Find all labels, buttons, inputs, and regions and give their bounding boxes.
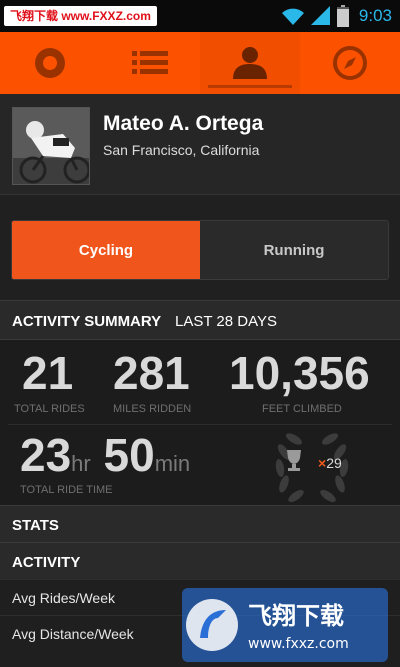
ride-hours: 23 [20,429,72,481]
tab-record[interactable] [0,32,100,94]
activity-summary-header: ACTIVITY SUMMARY LAST 28 DAYS [0,300,400,340]
ride-time-label: TOTAL RIDE TIME [20,484,113,496]
status-icons: 9:03 [281,0,392,32]
clock: 9:03 [358,6,392,25]
ride-time-value: 23hr 50min [20,432,190,487]
times-symbol: × [318,455,327,471]
trophy-count: ×29 [318,455,342,471]
athlete-name: Mateo A. Ortega [103,112,264,135]
summary-period: LAST 28 DAYS [175,313,277,330]
tab-explore[interactable] [300,32,400,94]
avg-distance-label: Avg Distance/Week [12,626,134,642]
ride-minutes: 50 [103,429,155,481]
avatar[interactable] [12,107,90,185]
activity-title: ACTIVITY [12,554,81,571]
minutes-unit: min [154,451,191,476]
stats-header: STATS [0,505,400,542]
stats-title: STATS [12,517,59,534]
tab-activity-list[interactable] [100,32,200,94]
running-button[interactable]: Running [200,221,388,279]
activity-header: ACTIVITY [0,542,400,579]
watermark-title: 飞翔下载 [248,602,344,630]
profile-header: Mateo A. Ortega San Francisco, Californi… [0,94,400,194]
miles-ridden-value: 281 [113,347,190,399]
trophy-count-value: 29 [326,455,342,471]
battery-icon [336,5,349,27]
miles-ridden-label: MILES RIDDEN [113,403,192,415]
record-icon [35,48,65,78]
compass-icon [333,46,367,80]
feet-climbed-label: FEET CLIMBED [262,403,342,415]
watermark-url: www.fxxz.com [248,636,349,652]
avg-rides-label: Avg Rides/Week [12,590,115,606]
watermark-logo: 飞翔下载 www.fxxz.com [182,588,388,662]
profile-icon [233,47,267,79]
athlete-location: San Francisco, California [103,142,260,158]
watermark-banner: 飞翔下载 www.FXXZ.com [4,6,157,26]
status-bar: 飞翔下载 www.FXXZ.com 9:03 [0,0,400,32]
cycling-button[interactable]: Cycling [12,221,200,279]
sport-toggle-section: Cycling Running [0,194,400,300]
hours-unit: hr [71,451,91,476]
list-icon [132,51,168,74]
main-nav [0,32,400,94]
sport-toggle: Cycling Running [11,220,389,280]
cyclist-photo [13,108,89,184]
wifi-icon [281,8,304,25]
total-rides-label: TOTAL RIDES [14,403,85,415]
summary-title: ACTIVITY SUMMARY [12,313,162,330]
activity-summary: 21 TOTAL RIDES 281 MILES RIDDEN 10,356 F… [0,340,400,505]
feet-climbed-value: 10,356 [229,347,370,399]
tab-profile[interactable] [200,32,300,94]
total-rides-value: 21 [22,347,74,399]
signal-icon [310,6,330,25]
